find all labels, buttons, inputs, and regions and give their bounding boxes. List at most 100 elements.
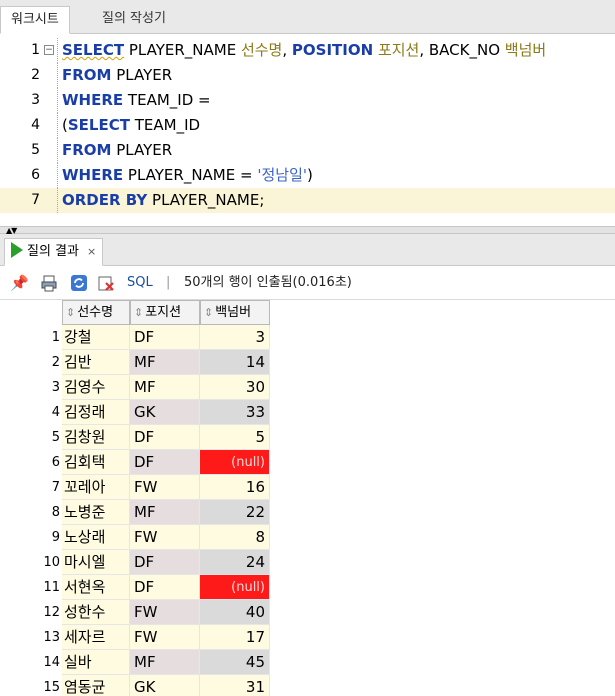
cell-name[interactable]: 김반 bbox=[62, 350, 130, 375]
cell-name[interactable]: 김회택 bbox=[62, 450, 130, 475]
tab-query-result[interactable]: 질의 결과 × bbox=[4, 238, 104, 266]
cell-position[interactable]: DF bbox=[130, 550, 200, 575]
cell-name[interactable]: 노상래 bbox=[62, 525, 130, 550]
results-grid: ⇕ 선수명 ⇕ 포지션 ⇕ 백넘버 1 강철 DF 3 2 김반 MF 14 3 김영수 MF 30 4 김정래… bbox=[0, 300, 615, 696]
table-row[interactable]: 14 실바 MF 45 bbox=[0, 650, 615, 675]
tab-query-result-label: 질의 결과 bbox=[27, 244, 79, 259]
table-row[interactable]: 15 염동균 GK 31 bbox=[0, 675, 615, 696]
cell-back-number[interactable]: 3 bbox=[200, 325, 270, 350]
cell-name[interactable]: 꼬레아 bbox=[62, 475, 130, 500]
cell-position[interactable]: MF bbox=[130, 650, 200, 675]
cell-back-number[interactable]: 33 bbox=[200, 400, 270, 425]
cell-position[interactable]: DF bbox=[130, 575, 200, 600]
cell-back-number[interactable]: 24 bbox=[200, 550, 270, 575]
tab-query-builder[interactable]: 질의 작성기 bbox=[92, 6, 176, 34]
cell-position[interactable]: MF bbox=[130, 375, 200, 400]
refresh-icon[interactable] bbox=[70, 274, 88, 292]
editor-line[interactable]: 2 FROM PLAYER bbox=[0, 63, 615, 88]
gutter-guide bbox=[57, 113, 58, 138]
cell-position[interactable]: DF bbox=[130, 450, 200, 475]
code-token: PLAYER bbox=[111, 66, 173, 84]
cell-back-number[interactable]: 16 bbox=[200, 475, 270, 500]
table-row[interactable]: 10 마시엘 DF 24 bbox=[0, 550, 615, 575]
cell-back-number[interactable]: (null) bbox=[200, 575, 270, 600]
cell-name[interactable]: 강철 bbox=[62, 325, 130, 350]
row-number: 15 bbox=[43, 680, 60, 695]
cell-position[interactable]: MF bbox=[130, 500, 200, 525]
table-row[interactable]: 1 강철 DF 3 bbox=[0, 325, 615, 350]
column-header-name[interactable]: ⇕ 선수명 bbox=[62, 300, 130, 325]
editor-line[interactable]: 6 WHERE PLAYER_NAME = '정남일') bbox=[0, 163, 615, 188]
table-row[interactable]: 13 세자르 FW 17 bbox=[0, 625, 615, 650]
table-row[interactable]: 5 김창원 DF 5 bbox=[0, 425, 615, 450]
cell-position[interactable]: GK bbox=[130, 400, 200, 425]
row-number: 5 bbox=[51, 430, 60, 445]
cell-back-number[interactable]: 8 bbox=[200, 525, 270, 550]
print-icon[interactable] bbox=[40, 274, 58, 292]
cell-name[interactable]: 염동균 bbox=[62, 675, 130, 696]
table-row[interactable]: 6 김회택 DF (null) bbox=[0, 450, 615, 475]
code-token: PLAYER_NAME = bbox=[123, 166, 258, 184]
editor-line[interactable]: 7 ORDER BY PLAYER_NAME; bbox=[0, 188, 615, 213]
cell-name[interactable]: 김정래 bbox=[62, 400, 130, 425]
table-row[interactable]: 8 노병준 MF 22 bbox=[0, 500, 615, 525]
table-row[interactable]: 3 김영수 MF 30 bbox=[0, 375, 615, 400]
cell-name[interactable]: 서현옥 bbox=[62, 575, 130, 600]
table-row[interactable]: 9 노상래 FW 8 bbox=[0, 525, 615, 550]
cell-position[interactable]: FW bbox=[130, 475, 200, 500]
cell-position[interactable]: MF bbox=[130, 350, 200, 375]
fetch-status: 50개의 행이 인출됨(0.016초) bbox=[184, 275, 352, 290]
cell-name[interactable]: 세자르 bbox=[62, 625, 130, 650]
sql-editor[interactable]: 1− SELECT PLAYER_NAME 선수명, POSITION 포지션, … bbox=[0, 34, 615, 226]
cell-position[interactable]: FW bbox=[130, 600, 200, 625]
column-header-position[interactable]: ⇕ 포지션 bbox=[130, 300, 200, 325]
cell-position[interactable]: GK bbox=[130, 675, 200, 696]
line-number: 6 bbox=[31, 167, 40, 183]
line-number: 3 bbox=[31, 92, 40, 108]
row-number: 3 bbox=[51, 380, 60, 395]
table-row[interactable]: 12 성한수 FW 40 bbox=[0, 600, 615, 625]
tab-worksheet[interactable]: 워크시트 bbox=[0, 6, 70, 34]
editor-line[interactable]: 3 WHERE TEAM_ID = bbox=[0, 88, 615, 113]
code-token: WHERE bbox=[62, 91, 124, 109]
cell-back-number[interactable]: 30 bbox=[200, 375, 270, 400]
cell-position[interactable]: DF bbox=[130, 425, 200, 450]
cell-position[interactable]: FW bbox=[130, 625, 200, 650]
cell-back-number[interactable]: 5 bbox=[200, 425, 270, 450]
cell-name[interactable]: 김영수 bbox=[62, 375, 130, 400]
table-row[interactable]: 2 김반 MF 14 bbox=[0, 350, 615, 375]
cell-name[interactable]: 김창원 bbox=[62, 425, 130, 450]
cell-position[interactable]: FW bbox=[130, 525, 200, 550]
cell-name[interactable]: 노병준 bbox=[62, 500, 130, 525]
toolbar-separator: | bbox=[166, 275, 171, 290]
editor-line[interactable]: 1− SELECT PLAYER_NAME 선수명, POSITION 포지션, … bbox=[0, 38, 615, 63]
cell-back-number[interactable]: 22 bbox=[200, 500, 270, 525]
line-number: 1 bbox=[31, 42, 40, 58]
cell-back-number[interactable]: 17 bbox=[200, 625, 270, 650]
editor-line[interactable]: 4 (SELECT TEAM_ID bbox=[0, 113, 615, 138]
line-number: 2 bbox=[31, 67, 40, 83]
cell-name[interactable]: 실바 bbox=[62, 650, 130, 675]
table-row[interactable]: 4 김정래 GK 33 bbox=[0, 400, 615, 425]
cell-name[interactable]: 성한수 bbox=[62, 600, 130, 625]
table-row[interactable]: 11 서현옥 DF (null) bbox=[0, 575, 615, 600]
table-row[interactable]: 7 꼬레아 FW 16 bbox=[0, 475, 615, 500]
cell-back-number[interactable]: 40 bbox=[200, 600, 270, 625]
export-icon[interactable] bbox=[97, 274, 115, 292]
sql-button[interactable]: SQL bbox=[127, 274, 153, 292]
line-number: 4 bbox=[31, 117, 40, 133]
editor-line[interactable]: 5 FROM PLAYER bbox=[0, 138, 615, 163]
cell-back-number[interactable]: 14 bbox=[200, 350, 270, 375]
fold-toggle-icon[interactable]: − bbox=[44, 45, 54, 55]
close-icon[interactable]: × bbox=[87, 245, 96, 258]
row-number: 9 bbox=[51, 530, 60, 545]
cell-name[interactable]: 마시엘 bbox=[62, 550, 130, 575]
column-header-number[interactable]: ⇕ 백넘버 bbox=[200, 300, 270, 325]
cell-back-number[interactable]: 31 bbox=[200, 675, 270, 696]
cell-position[interactable]: DF bbox=[130, 325, 200, 350]
line-number: 5 bbox=[31, 142, 40, 158]
pane-splitter[interactable]: ▲▼ bbox=[0, 226, 615, 235]
cell-back-number[interactable]: (null) bbox=[200, 450, 270, 475]
cell-back-number[interactable]: 45 bbox=[200, 650, 270, 675]
pin-icon[interactable]: 📌 bbox=[10, 274, 29, 292]
